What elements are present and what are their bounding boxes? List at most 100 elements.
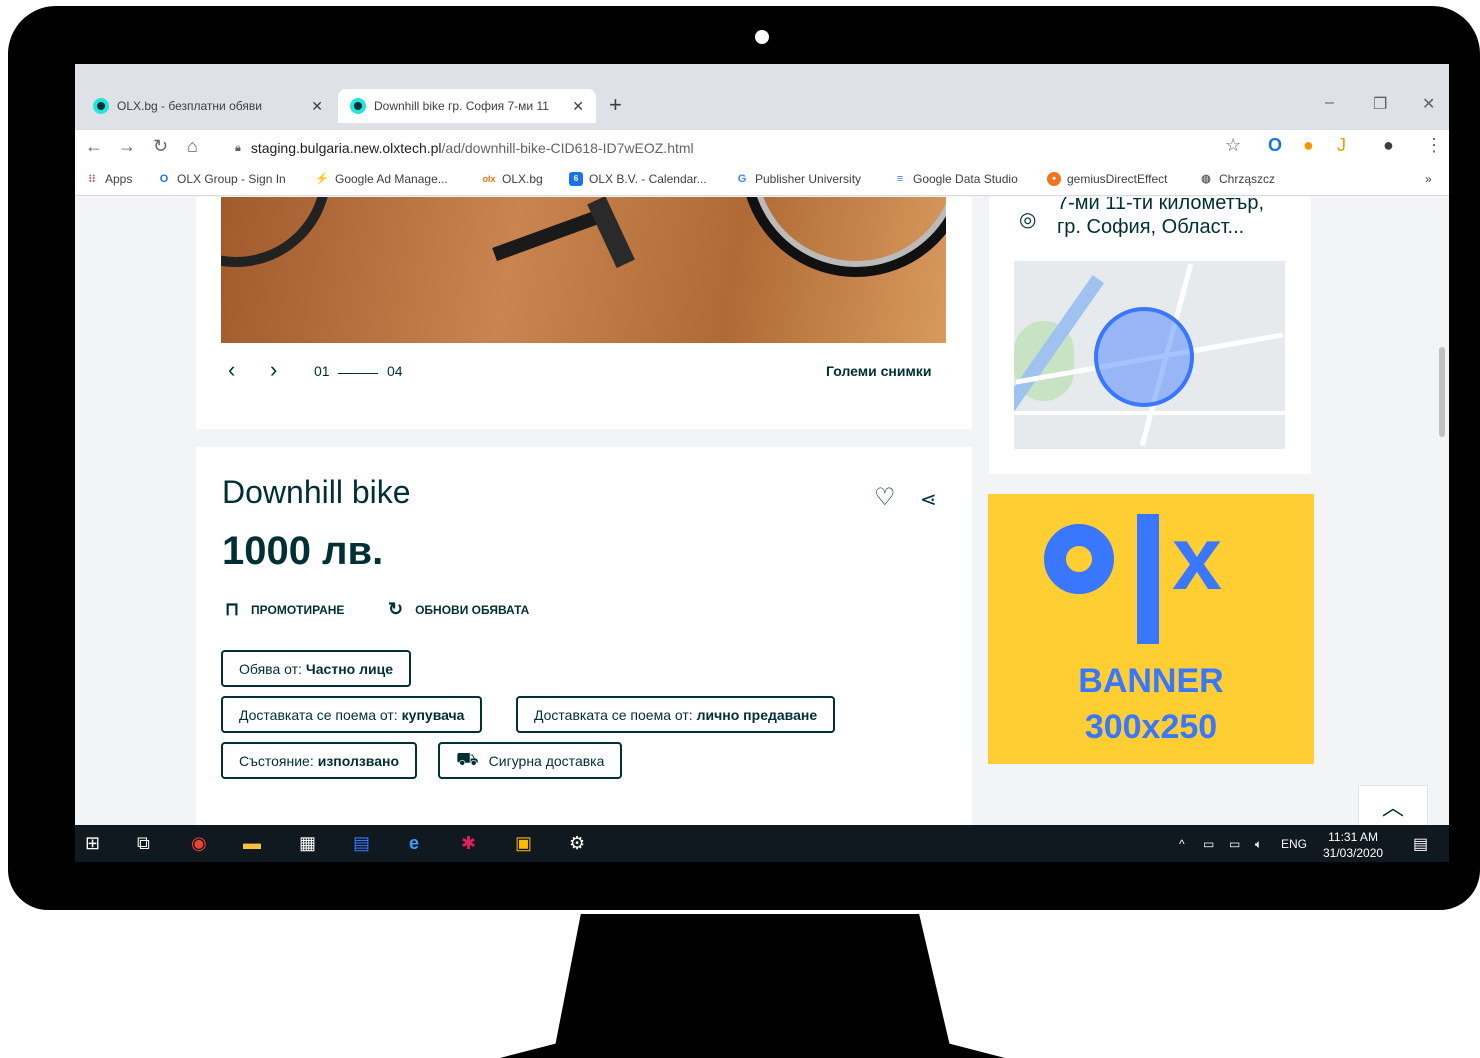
browser-tab-strip: OLX.bg - безплатни обяви ✕ Downhill bike… [75,64,1449,130]
address-bar[interactable]: 🔒︎ staging.bulgaria.new.olxtech.pl/ad/do… [235,136,1235,160]
chip-condition[interactable]: Състояние: използвано [221,742,418,779]
google-icon: G [737,173,747,185]
gallery-prev-icon[interactable]: ‹ [228,357,235,383]
edge-icon[interactable]: e [409,833,419,854]
promote-button[interactable]: ⊓ Промотиране [225,599,344,620]
menu-dots-icon[interactable]: ⋮ [1425,135,1443,156]
share-icon[interactable]: ⋖ [920,487,937,512]
location-map[interactable] [1014,261,1285,449]
bookmark-gemius[interactable]: • gemiusDirectEffect [1047,172,1167,186]
olx-logo-o [1044,524,1114,594]
data-studio-icon: ≡ [896,173,904,185]
tray-language[interactable]: ENG [1281,837,1307,851]
settings-gear-icon[interactable]: ⚙ [569,833,585,854]
olx-icon: olx [482,174,496,184]
window-close-button[interactable]: ✕ [1422,94,1435,114]
extension-o-icon[interactable]: O [1268,135,1282,156]
bookmark-calendar[interactable]: 6 OLX B.V. - Calendar... [569,172,707,186]
banner-line2: 300x250 [1084,708,1218,746]
tab-olx-home[interactable]: OLX.bg - безплатни обяви ✕ [81,89,335,123]
calendar-icon: 6 [569,172,583,186]
task-view-icon[interactable]: ⧉ [137,833,150,854]
windows-start-icon[interactable]: ⊞ [85,833,100,854]
bike-wheel-rear [221,197,331,267]
bookmark-publisher-university[interactable]: G Publisher University [735,172,861,186]
location-card: ◎ 7-ми 11-ти километър, гр. София, Облас… [989,197,1311,474]
chip-safe-delivery[interactable]: ⛟ Сигурна доставка [438,742,623,779]
chip-delivery-payer[interactable]: Доставката се поема от: купувача [221,696,483,733]
tray-volume-icon[interactable]: 🔈︎ [1255,837,1262,852]
restore-button[interactable]: ❐ [1373,94,1387,114]
windows-taskbar: ⊞ ⧉ ◉ ▬ ▦ ▤ e ✱ ▣ ⚙ ^ ▭ ▭ 🔈︎ ENG 11:31 A… [75,825,1449,862]
bookmarks-bar: ⁝⁝ Apps O OLX Group - Sign In ⚡ Google Ad M… [75,164,1449,196]
globe-icon: ◍ [1201,173,1211,185]
heart-favorite-icon[interactable]: ♡ [874,483,896,512]
bookmarks-more-button[interactable]: » [1425,172,1432,186]
banner-line1: BANNER [1078,662,1224,700]
close-icon[interactable]: ✕ [311,98,323,115]
olx-favicon-icon [350,98,366,114]
apps-grid-icon: ⁝⁝ [88,173,96,185]
forward-arrow-icon[interactable]: → [118,136,136,157]
bike-wheel-front [741,197,946,277]
tray-expand-icon[interactable]: ^ [1179,837,1185,851]
gallery-total: 04 [387,363,403,379]
star-bookmark-icon[interactable]: ☆ [1225,135,1241,156]
lock-icon: 🔒︎ [235,141,241,154]
tab-title: Downhill bike гр. София 7-ми 11 [374,99,549,113]
tray-battery-icon[interactable]: ▭ [1229,837,1240,851]
monitor-stand [500,914,1005,1058]
profile-avatar-icon[interactable]: ● [1383,135,1394,156]
ad-manager-icon: ⚡ [315,173,329,185]
screen: OLX.bg - безплатни обяви ✕ Downhill bike… [75,64,1449,862]
location-text: 7-ми 11-ти километър, гр. София, Област.… [1057,197,1265,238]
big-pictures-link[interactable]: Големи снимки [826,363,931,379]
gallery-current: 01 [314,363,330,379]
bookmark-olx-group[interactable]: O OLX Group - Sign In [157,172,286,186]
photo-gallery: ‹ › 01 04 Големи снимки [196,197,972,429]
tab-downhill-bike[interactable]: Downhill bike гр. София 7-ми 11 ✕ [338,89,596,123]
bookmark-chrzaszcz[interactable]: ◍ Chrząszcz [1199,172,1275,186]
delivery-truck-icon: ⛟ [456,748,479,769]
document-app-icon[interactable]: ▤ [353,833,370,854]
ad-details-card: Downhill bike 1000 лв. ♡ ⋖ ⊓ Промотиране… [196,447,972,825]
chip-seller-type[interactable]: Обява от: Частно лице [221,650,411,687]
gemius-icon: • [1047,172,1061,186]
chip-delivery-personal[interactable]: Доставката се поема от: лично предаване [516,696,836,733]
back-arrow-icon[interactable]: ← [85,136,103,157]
olx-logo-x: x [1172,509,1223,609]
reload-icon[interactable]: ↻ [153,136,168,157]
slack-icon[interactable]: ✱ [461,833,476,854]
location-pin-icon: ◎ [1019,209,1037,231]
store-icon[interactable]: ▣ [515,833,532,854]
bookmark-flag-icon: ⊓ [225,599,240,619]
ad-banner[interactable]: x BANNER 300x250 [988,494,1314,764]
extension-j-icon[interactable]: J [1337,135,1346,156]
olx-favicon-icon [93,98,109,114]
gallery-next-icon[interactable]: › [270,357,277,383]
bookmark-olx-bg[interactable]: olx OLX.bg [482,172,542,186]
extension-cookie-icon[interactable]: ● [1303,135,1314,156]
taskbar-clock[interactable]: 11:31 AM 31/03/2020 [1323,829,1383,861]
refresh-ad-button[interactable]: ↻ Обнови обявата [388,599,529,620]
minimize-button[interactable]: – [1325,94,1334,112]
tab-title: OLX.bg - безплатни обяви [117,99,262,113]
calculator-icon[interactable]: ▦ [299,833,316,854]
new-tab-button[interactable]: + [609,92,622,118]
ad-title: Downhill bike [222,474,411,510]
notifications-icon[interactable]: ▤ [1413,834,1428,854]
ad-price: 1000 лв. [222,529,384,573]
url-path: /ad/downhill-bike-CID618-ID7wEOZ.html [441,140,694,156]
close-icon[interactable]: ✕ [572,98,584,115]
tray-network-icon[interactable]: ▭ [1203,837,1214,851]
chrome-icon[interactable]: ◉ [191,833,207,854]
home-icon[interactable]: ⌂ [187,136,198,157]
olx-group-icon: O [159,173,169,185]
bookmark-data-studio[interactable]: ≡ Google Data Studio [893,172,1018,186]
page-scrollbar[interactable] [1439,347,1445,437]
bookmark-apps[interactable]: ⁝⁝ Apps [85,172,133,186]
bookmark-ad-manager[interactable]: ⚡ Google Ad Manage... [315,172,448,186]
scroll-to-top-button[interactable]: ︿ [1358,785,1428,825]
bike-photo[interactable] [221,197,946,343]
file-explorer-icon[interactable]: ▬ [243,833,261,854]
